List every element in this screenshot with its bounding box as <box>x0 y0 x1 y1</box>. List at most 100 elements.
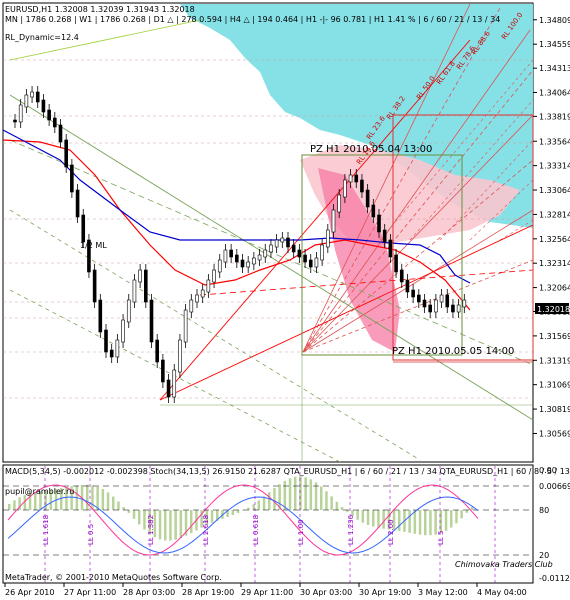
macd-bar <box>138 510 141 525</box>
candle-body <box>343 179 347 198</box>
macd-bar <box>377 510 380 528</box>
candle-body <box>161 359 165 383</box>
macd-bar <box>169 510 172 541</box>
candle-body <box>337 194 341 213</box>
macd-bar <box>356 510 359 520</box>
macd-bar <box>86 484 89 510</box>
candle-body <box>320 244 324 261</box>
macd-bar <box>444 510 448 531</box>
candle-body <box>348 174 353 183</box>
candle-body <box>183 309 188 343</box>
candle-body <box>13 119 17 123</box>
candle-body <box>382 229 387 243</box>
macd-bar <box>252 504 255 510</box>
candle-body <box>354 174 359 183</box>
sub-tick-label: 0.00 <box>539 466 557 475</box>
macd-bar <box>122 507 125 510</box>
candle-body <box>41 99 46 113</box>
macd-bar <box>273 488 276 510</box>
candle-body <box>286 237 290 248</box>
sub-level-label: LL 1.618 <box>42 515 50 545</box>
club-label: Chimovaka Traders Club <box>455 560 553 569</box>
macd-bar <box>179 510 183 538</box>
candle-body <box>189 299 194 313</box>
subwindow-header: MACD(5,34,5) -0.002012 -0.002398 Stoch(3… <box>5 467 570 476</box>
candle-body <box>456 304 461 313</box>
candle-body <box>451 304 455 313</box>
macd-bar <box>210 510 214 523</box>
current-price-text: 1.32018 <box>537 305 570 314</box>
candle-body <box>371 204 376 218</box>
sub-level-label: LL 1.382 <box>147 515 155 545</box>
candle-body <box>121 319 125 343</box>
macd-bar <box>424 510 427 536</box>
macd-bar <box>91 485 94 510</box>
price-tick-label: 1.32814 <box>539 210 570 219</box>
candle-body <box>388 239 393 258</box>
sub-plot-area <box>2 464 534 584</box>
time-tick-label: 27 Apr 11:00 <box>64 588 116 597</box>
sub-level-label: LL 2.00 <box>387 519 395 545</box>
time-tick-label: 26 Apr 2010 <box>5 588 54 597</box>
candle-body <box>115 339 120 358</box>
macd-bar <box>429 510 432 536</box>
candle-body <box>308 259 313 268</box>
candle-body <box>144 269 148 303</box>
candle-body <box>104 329 108 353</box>
sub-level-label: LL 2.618 <box>202 515 210 545</box>
price-tick-label: 1.30569 <box>539 429 570 438</box>
price-tick-label: 1.34559 <box>539 40 570 49</box>
macd-bar <box>268 492 271 510</box>
macd-bar <box>460 510 463 519</box>
candle-body <box>377 214 381 233</box>
candle-body <box>81 214 86 243</box>
macd-bar <box>450 510 453 528</box>
candle-body <box>326 229 330 248</box>
time-axis: 26 Apr 2010 27 Apr 11:00 28 Apr 03:00 28 Ap… <box>4 583 527 597</box>
macd-bar <box>143 510 146 530</box>
candle-body <box>257 254 262 261</box>
price-tick-label: 1.31319 <box>539 356 570 365</box>
candle-body <box>155 339 159 363</box>
sub-level-label: LL 5 <box>437 531 445 545</box>
macd-bar <box>320 486 323 510</box>
indicator-name: RL_Dynamic=12.4 <box>5 33 79 42</box>
macd-bar <box>314 482 318 510</box>
candle-body <box>303 254 307 263</box>
sub-level-label: LL 1.236 <box>347 514 355 545</box>
candle-body <box>200 289 205 298</box>
macd-bar <box>299 476 302 510</box>
macd-bar <box>309 479 313 510</box>
candle-body <box>240 259 245 268</box>
candle-body <box>360 179 364 193</box>
price-tick-label: 1.30819 <box>539 405 570 414</box>
macd-bar <box>408 510 411 533</box>
candle-body <box>394 254 398 273</box>
candle-body <box>195 294 199 303</box>
candle-body <box>411 289 415 298</box>
time-tick-label: 3 May 12:00 <box>418 588 468 597</box>
chart-canvas: PZ H1 2010.05.04 13:00 PZ H1 2010.05.05 … <box>2 2 570 597</box>
price-tick-label: 1.34809 <box>539 16 570 25</box>
candle-body <box>462 299 467 308</box>
pz-bottom-label: PZ H1 2010.05.05 14:00 <box>392 346 514 357</box>
sub-level-label: LL 0.618 <box>252 515 260 545</box>
macd-bar <box>413 510 417 534</box>
candle-body <box>417 294 421 303</box>
macd-bar <box>470 506 474 510</box>
candle-body <box>223 249 228 263</box>
macd-bar <box>190 510 193 534</box>
candle-body <box>126 299 131 323</box>
macd-bar <box>257 500 261 510</box>
time-tick-label: 30 Apr 19:00 <box>359 588 411 597</box>
candle-body <box>18 104 23 123</box>
time-tick-label: 29 Apr 11:00 <box>241 588 293 597</box>
macd-bar <box>455 510 458 524</box>
candle-body <box>399 269 404 283</box>
macd-bar <box>247 507 250 510</box>
macd-bar <box>106 492 110 510</box>
candle-body <box>206 279 211 293</box>
candle-body <box>75 189 80 218</box>
time-tick-label: 4 May 04:00 <box>477 588 527 597</box>
candle-body <box>166 379 171 398</box>
